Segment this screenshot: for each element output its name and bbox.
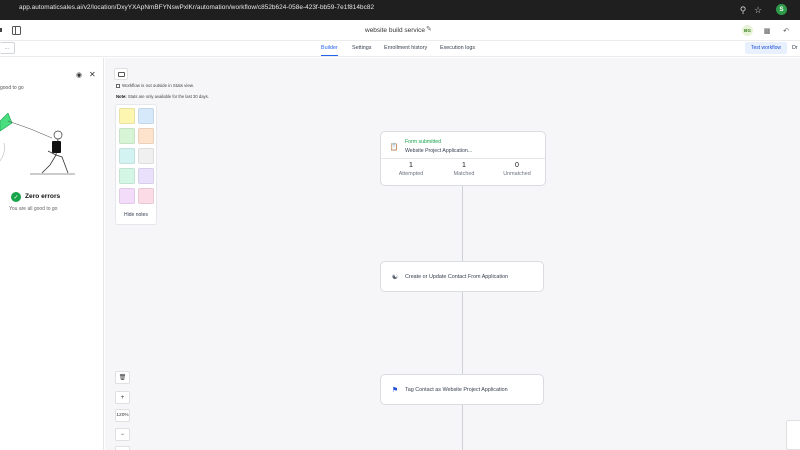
stats-note: Note: Stats are only available for the l… (116, 94, 209, 99)
connector-line (462, 292, 463, 374)
color-swatch-green[interactable] (119, 128, 135, 144)
kite-person-illustration (0, 113, 75, 175)
action-label: Create or Update Contact From Applicatio… (405, 274, 509, 280)
trigger-node[interactable]: 📋 Form submitted Website Project Applica… (380, 131, 546, 186)
sticky-note-palette: Hide notes (115, 104, 157, 225)
trigger-name: Website Project Application... (405, 148, 473, 154)
tabs-row: ... Builder Settings Enrollment history … (0, 41, 800, 57)
tab-enrollment-history[interactable]: Enrollment history (384, 45, 427, 51)
edit-pencil-icon[interactable]: ✎ (426, 25, 432, 33)
color-swatch-lavender[interactable] (138, 168, 154, 184)
tab-builder[interactable]: Builder (321, 45, 338, 56)
workflow-title[interactable]: website build service (365, 27, 425, 34)
address-bar[interactable]: app.automaticsales.ai/v2/location/DxyYXA… (19, 4, 374, 11)
connector-line (462, 186, 463, 261)
stat-value: 0 (515, 162, 519, 169)
undo-icon[interactable]: ↶ (781, 25, 791, 36)
status-text: You are all good to go (9, 206, 58, 212)
zoom-in-button[interactable]: + (115, 391, 130, 404)
color-swatch-gray[interactable] (138, 148, 154, 164)
fit-view-button[interactable] (115, 446, 130, 450)
stat-value: 1 (462, 162, 466, 169)
status-title: Zero errors (25, 193, 61, 200)
stat-unmatched[interactable]: 0 Unmatched (492, 162, 542, 177)
panel-summary-text: good to go (0, 85, 24, 91)
sidebar-toggle-icon[interactable] (12, 26, 21, 35)
trigger-type: Form submitted (405, 139, 442, 145)
minimap-toggle[interactable] (786, 420, 800, 450)
contacts-icon: ☯ (391, 274, 399, 281)
test-workflow-button[interactable]: Test workflow (745, 42, 787, 54)
color-swatch-cyan[interactable] (119, 148, 135, 164)
stat-value: 1 (409, 162, 413, 169)
frame-icon (117, 71, 125, 77)
stat-attempted[interactable]: 1 Attempted (386, 162, 436, 177)
frame-toggle-button[interactable] (114, 68, 128, 80)
browser-bar: app.automaticsales.ai/v2/location/DxyYXA… (0, 0, 800, 20)
check-circle-icon: ✓ (11, 192, 21, 202)
color-swatch-orange[interactable] (138, 128, 154, 144)
stat-label: Attempted (398, 171, 424, 177)
eye-off-icon[interactable]: ◉ (76, 71, 82, 79)
node-divider (381, 158, 545, 159)
stats-view-checkbox[interactable] (116, 84, 120, 88)
zoom-level: 120% (115, 409, 130, 422)
color-swatch-blue[interactable] (138, 108, 154, 124)
stat-label: Unmatched (503, 171, 531, 177)
star-icon[interactable]: ☆ (751, 3, 765, 17)
color-swatch-violet[interactable] (119, 188, 135, 204)
hide-notes-button[interactable]: Hide notes (116, 212, 156, 218)
action-label: Tag Contact as Website Project Applicati… (405, 387, 508, 393)
profile-avatar[interactable]: S (776, 4, 787, 15)
menu-edge[interactable] (0, 28, 2, 32)
tag-icon: ⚑ (391, 387, 399, 394)
tab-settings[interactable]: Settings (352, 45, 371, 51)
color-swatch-mint[interactable] (119, 168, 135, 184)
stats-view-label: Workflow is not outside in Stats view. (122, 83, 194, 88)
back-button[interactable]: ... (0, 42, 15, 54)
trash-icon[interactable]: 🗑 (115, 371, 130, 384)
action-node-create-contact[interactable]: ☯ Create or Update Contact From Applicat… (380, 261, 544, 292)
stat-label: Matched (453, 171, 475, 177)
form-clipboard-icon: 📋 (389, 143, 399, 151)
action-node-tag-contact[interactable]: ⚑ Tag Contact as Website Project Applica… (380, 374, 544, 405)
stat-matched[interactable]: 1 Matched (439, 162, 489, 177)
connector-line (462, 405, 463, 450)
color-swatch-yellow[interactable] (119, 108, 135, 124)
app-header: website build service ✎ BG ▩ ↶ (0, 20, 800, 41)
tab-execution-logs[interactable]: Execution logs (440, 45, 475, 51)
user-avatar[interactable]: BG (742, 25, 753, 36)
search-icon[interactable]: ⚲ (736, 3, 750, 17)
stats-note-bold: Note: (116, 94, 127, 99)
close-icon[interactable]: ✕ (89, 70, 96, 79)
stats-note-text: Stats are only available for the last 30… (127, 94, 209, 99)
zoom-out-button[interactable]: − (115, 428, 130, 441)
color-swatch-pink[interactable] (138, 188, 154, 204)
draft-toggle-label[interactable]: Dr (792, 45, 798, 51)
validation-panel: good to go ◉ ✕ ✓ Zero errors You are all… (0, 58, 104, 450)
document-icon[interactable]: ▩ (762, 25, 772, 36)
